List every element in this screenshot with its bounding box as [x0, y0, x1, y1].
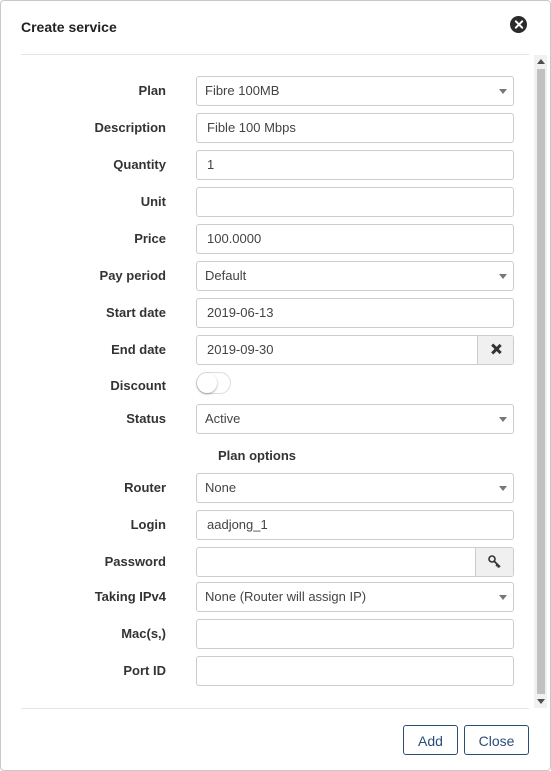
pay-period-row: Pay period Default [1, 261, 531, 291]
dialog-title: Create service [21, 19, 117, 35]
password-input[interactable] [196, 547, 514, 577]
unit-input[interactable] [196, 187, 514, 217]
quantity-label: Quantity [113, 157, 166, 172]
close-icon[interactable] [510, 16, 527, 33]
chevron-down-icon [499, 89, 507, 94]
price-label: Price [134, 231, 166, 246]
login-input[interactable]: aadjong_1 [196, 510, 514, 540]
end-date-value: 2019-09-30 [207, 342, 274, 357]
description-row: Description Fible 100 Mbps [1, 113, 531, 143]
close-button[interactable]: Close [464, 725, 529, 755]
pay-period-select[interactable]: Default [196, 261, 514, 291]
login-row: Login aadjong_1 [1, 510, 531, 540]
key-icon [488, 555, 501, 568]
plan-select[interactable]: Fibre 100MB [196, 76, 514, 106]
scroll-down-icon[interactable] [537, 699, 545, 704]
quantity-row: Quantity 1 [1, 150, 531, 180]
discount-row: Discount [1, 369, 531, 399]
router-row: Router None [1, 473, 531, 503]
pay-period-label: Pay period [99, 268, 166, 283]
router-select[interactable]: None [196, 473, 514, 503]
discount-toggle[interactable] [196, 372, 231, 394]
plan-row: Plan Fibre 100MB [1, 76, 531, 106]
taking-ipv4-select[interactable]: None (Router will assign IP) [196, 582, 514, 612]
plan-label: Plan [138, 83, 166, 98]
macs-input[interactable] [196, 619, 514, 649]
header-divider [21, 54, 529, 55]
scroll-up-icon[interactable] [537, 59, 545, 64]
chevron-down-icon [499, 486, 507, 491]
router-label: Router [124, 480, 166, 495]
discount-label: Discount [110, 378, 166, 393]
generate-password-button[interactable] [475, 548, 513, 576]
port-id-row: Port ID [1, 656, 531, 686]
price-value: 100.0000 [207, 231, 262, 246]
description-input[interactable]: Fible 100 Mbps [196, 113, 514, 143]
password-label: Password [104, 554, 166, 569]
start-date-label: Start date [106, 305, 166, 320]
status-row: Status Active [1, 404, 531, 434]
add-button[interactable]: Add [403, 725, 458, 755]
status-value: Active [205, 411, 241, 426]
status-label: Status [126, 411, 166, 426]
chevron-down-icon [499, 595, 507, 600]
description-value: Fible 100 Mbps [207, 120, 296, 135]
port-id-label: Port ID [123, 663, 166, 678]
taking-ipv4-row: Taking IPv4 None (Router will assign IP) [1, 582, 531, 612]
taking-ipv4-value: None (Router will assign IP) [205, 589, 367, 604]
password-row: Password [1, 547, 531, 577]
price-row: Price 100.0000 [1, 224, 531, 254]
end-date-input[interactable]: 2019-09-30 [196, 335, 514, 365]
chevron-down-icon [499, 274, 507, 279]
plan-options-heading: Plan options [218, 448, 296, 463]
taking-ipv4-label: Taking IPv4 [94, 589, 166, 604]
start-date-row: Start date 2019-06-13 [1, 298, 531, 328]
status-select[interactable]: Active [196, 404, 514, 434]
pay-period-value: Default [205, 268, 247, 283]
footer-divider [21, 708, 529, 709]
quantity-input[interactable]: 1 [196, 150, 514, 180]
macs-row: Mac(s,) [1, 619, 531, 649]
toggle-knob [197, 373, 217, 393]
login-label: Login [130, 517, 166, 532]
start-date-value: 2019-06-13 [207, 305, 274, 320]
end-date-row: End date 2019-09-30 [1, 335, 531, 365]
create-service-dialog: Create service Plan Fibre 100MB Descript… [0, 0, 551, 771]
unit-label: Unit [140, 194, 166, 209]
end-date-label: End date [111, 342, 166, 357]
unit-row: Unit [1, 187, 531, 217]
plan-value: Fibre 100MB [205, 83, 280, 98]
router-value: None [205, 480, 237, 495]
description-label: Description [94, 120, 166, 135]
quantity-value: 1 [207, 157, 215, 172]
port-id-input[interactable] [196, 656, 514, 686]
scroll-thumb[interactable] [537, 69, 545, 694]
macs-label: Mac(s,) [121, 626, 166, 641]
login-value: aadjong_1 [207, 517, 268, 532]
times-icon [491, 344, 501, 354]
price-input[interactable]: 100.0000 [196, 224, 514, 254]
start-date-input[interactable]: 2019-06-13 [196, 298, 514, 328]
chevron-down-icon [499, 417, 507, 422]
clear-end-date-button[interactable] [477, 336, 513, 364]
form-scrollbar[interactable] [534, 55, 547, 708]
